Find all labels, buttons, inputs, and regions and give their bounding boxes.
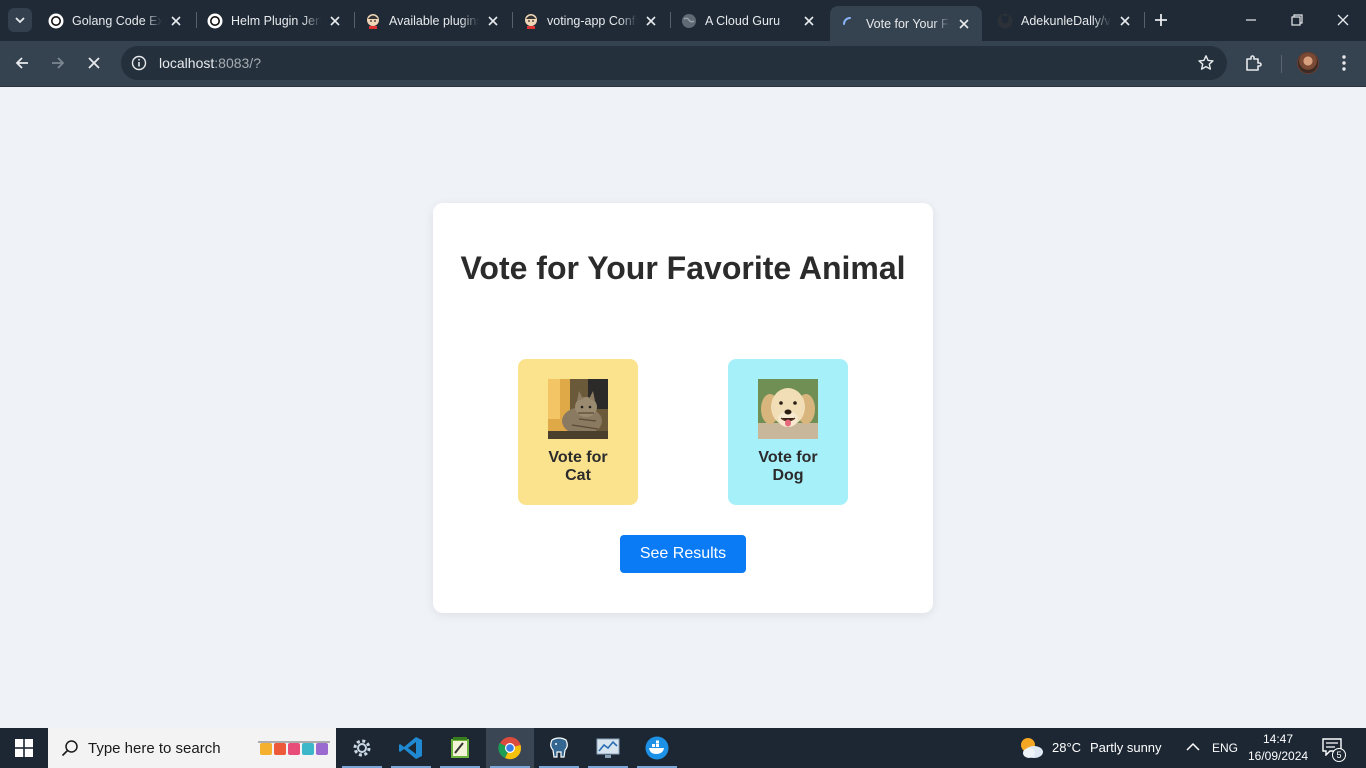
close-window-button[interactable] <box>1320 0 1366 40</box>
chevron-down-icon <box>15 17 25 24</box>
plus-icon <box>1155 14 1167 26</box>
tab-github[interactable]: AdekunleDally/voting-app <box>985 0 1143 41</box>
page-title: Vote for Your Favorite Animal <box>460 250 906 286</box>
arrow-left-icon <box>15 57 28 69</box>
tab-title: voting-app Config <box>547 13 637 28</box>
vote-cat-button[interactable]: Vote for Cat <box>518 359 638 505</box>
openai-icon <box>207 13 223 29</box>
stop-loading-button[interactable] <box>79 48 109 78</box>
weather-temperature[interactable]: 28°C <box>1052 740 1081 755</box>
close-icon[interactable] <box>956 16 972 32</box>
taskbar-search-box[interactable]: Type here to search <box>48 728 336 768</box>
chevron-up-icon[interactable] <box>1186 742 1200 752</box>
jenkins-icon <box>365 13 381 29</box>
gear-icon <box>353 739 371 757</box>
url-path: :8083/? <box>214 55 261 71</box>
clock-time: 14:47 <box>1262 732 1294 746</box>
github-icon <box>997 13 1013 29</box>
toolbar-divider <box>1281 55 1282 73</box>
taskbar-settings[interactable] <box>338 728 386 768</box>
dog-image <box>758 379 818 439</box>
tab-separator <box>1144 12 1145 28</box>
minimize-icon <box>1246 19 1256 21</box>
taskbar-clock[interactable]: 14:47 16/09/2024 <box>1248 731 1308 765</box>
arrow-right-icon <box>52 57 65 69</box>
clock-date: 16/09/2024 <box>1248 749 1309 763</box>
more-menu-icon[interactable] <box>1334 53 1354 73</box>
tab-vote-active[interactable]: Vote for Your Favorite Animal <box>830 6 982 41</box>
search-icon <box>61 740 78 757</box>
address-bar[interactable]: localhost:8083/? <box>121 46 1227 80</box>
notepad-icon <box>451 737 469 758</box>
tab-search-button[interactable] <box>8 8 32 32</box>
close-icon[interactable] <box>327 13 343 29</box>
back-button[interactable] <box>7 48 37 78</box>
close-icon <box>88 57 100 69</box>
tab-strip: Golang Code Explainer Helm Plugin Jenkin… <box>0 0 1366 41</box>
tab-title: Helm Plugin Jenkins <box>231 13 321 28</box>
search-placeholder: Type here to search <box>88 739 221 757</box>
tab-title: Vote for Your Favorite Animal <box>866 16 950 31</box>
tab-golang[interactable]: Golang Code Explainer <box>36 0 194 41</box>
vote-dog-label: Vote for Dog <box>758 449 818 484</box>
close-icon[interactable] <box>1117 13 1133 29</box>
docker-whale-icon <box>645 736 669 760</box>
url-host: localhost <box>159 55 215 71</box>
vote-cat-label: Vote for Cat <box>548 449 608 484</box>
new-tab-button[interactable] <box>1150 9 1172 31</box>
chrome-icon <box>498 737 521 760</box>
taskbar-resource-monitor[interactable] <box>584 728 632 768</box>
vscode-icon <box>399 737 422 759</box>
tab-title: Available plugins <box>389 13 479 28</box>
vote-card: Vote for Your Favorite Animal Vote for C… <box>433 203 933 613</box>
tab-a-cloud-guru[interactable]: A Cloud Guru <box>669 0 827 41</box>
profile-avatar[interactable] <box>1297 52 1319 74</box>
close-icon[interactable] <box>168 13 184 29</box>
close-icon <box>1337 14 1349 26</box>
weather-description[interactable]: Partly sunny <box>1090 740 1162 755</box>
url-text: localhost:8083/? <box>159 55 261 71</box>
postgres-elephant-icon <box>550 737 568 758</box>
taskbar-chrome[interactable] <box>486 728 534 768</box>
page-viewport: Vote for Your Favorite Animal Vote for C… <box>0 87 1366 728</box>
extensions-puzzle-icon[interactable] <box>1244 53 1264 73</box>
taskbar-vscode[interactable] <box>387 728 435 768</box>
jenkins-icon <box>523 13 539 29</box>
see-results-button[interactable]: See Results <box>620 535 746 573</box>
weather-partly-sunny-icon <box>1021 738 1043 758</box>
bookmark-star-icon[interactable] <box>1197 54 1215 72</box>
site-info-icon[interactable] <box>123 47 155 79</box>
notification-center-button[interactable]: 5 <box>1322 738 1346 762</box>
tab-title: AdekunleDally/voting-app <box>1021 13 1111 28</box>
monitor-chart-icon <box>596 738 620 758</box>
tab-available-plugins[interactable]: Available plugins <box>353 0 511 41</box>
cat-image <box>548 379 608 439</box>
windows-taskbar: Type here to search 28°C Partly sunny EN… <box>0 728 1366 768</box>
openai-icon <box>48 13 64 29</box>
notification-count-badge: 5 <box>1332 748 1346 762</box>
vote-dog-button[interactable]: Vote for Dog <box>728 359 848 505</box>
loading-spinner-icon <box>842 16 858 32</box>
taskbar-pgadmin[interactable] <box>535 728 583 768</box>
forward-button[interactable] <box>43 48 73 78</box>
restore-button[interactable] <box>1274 0 1320 40</box>
tab-helm[interactable]: Helm Plugin Jenkins <box>195 0 353 41</box>
input-language[interactable]: ENG <box>1212 741 1238 755</box>
windows-logo-icon <box>15 739 33 757</box>
start-button[interactable] <box>0 728 48 768</box>
close-icon[interactable] <box>485 13 501 29</box>
taskbar-notepad[interactable] <box>436 728 484 768</box>
globe-icon <box>681 13 697 29</box>
tab-title: A Cloud Guru <box>705 13 781 28</box>
restore-icon <box>1291 14 1303 26</box>
taskbar-docker[interactable] <box>633 728 681 768</box>
tab-voting-app-config[interactable]: voting-app Config <box>511 0 669 41</box>
browser-toolbar: localhost:8083/? <box>0 41 1366 87</box>
tab-title: Golang Code Explainer <box>72 13 162 28</box>
close-icon[interactable] <box>801 13 817 29</box>
search-highlight-icon <box>258 741 330 755</box>
minimize-button[interactable] <box>1228 0 1274 40</box>
close-icon[interactable] <box>643 13 659 29</box>
